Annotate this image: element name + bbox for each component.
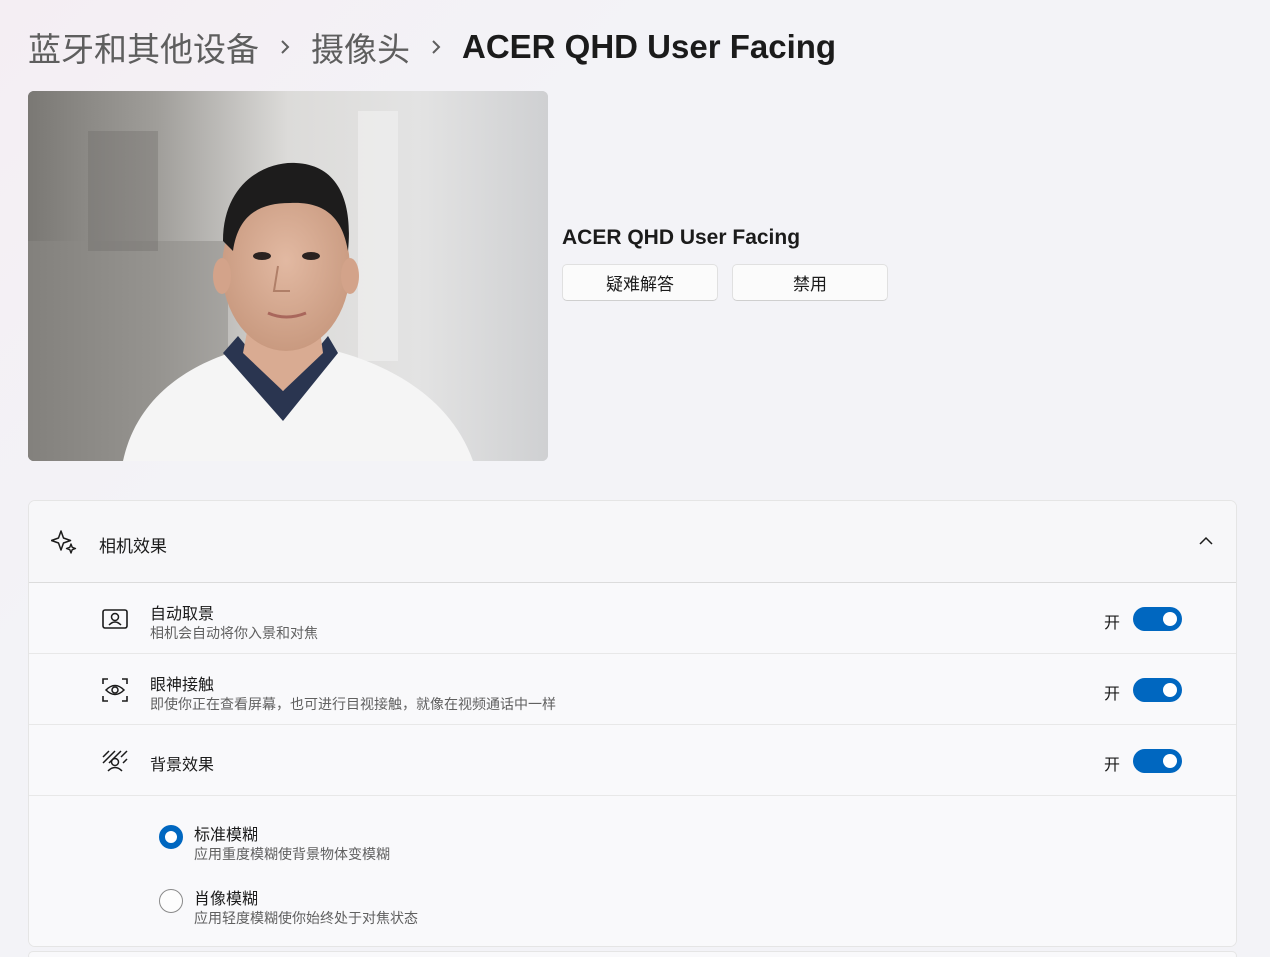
eye-contact-icon <box>101 676 129 704</box>
auto-framing-toggle[interactable] <box>1133 607 1182 631</box>
setting-auto-framing: 自动取景 相机会自动将你入景和对焦 开 <box>29 583 1236 654</box>
setting-eye-contact: 眼神接触 即使你正在查看屏幕，也可进行目视接触，就像在视频通话中一样 开 <box>29 654 1236 725</box>
troubleshoot-button[interactable]: 疑难解答 <box>562 264 718 301</box>
setting-title: 眼神接触 <box>150 675 215 694</box>
chevron-right-icon <box>430 38 442 56</box>
toggle-state-label: 开 <box>1103 684 1120 703</box>
background-effects-icon <box>101 747 129 775</box>
next-settings-card <box>28 951 1237 957</box>
page-title: ACER QHD User Facing <box>462 28 837 65</box>
camera-effects-title: 相机效果 <box>99 537 167 557</box>
eye-contact-toggle[interactable] <box>1133 678 1182 702</box>
standard-blur-radio[interactable] <box>159 825 183 849</box>
camera-preview <box>28 91 548 461</box>
setting-background-effects: 背景效果 开 <box>29 725 1236 796</box>
setting-description: 即使你正在查看屏幕，也可进行目视接触，就像在视频通话中一样 <box>150 697 556 713</box>
background-blur-options: 标准模糊 应用重度模糊使背景物体变模糊 肖像模糊 应用轻度模糊使你始终处于对焦状… <box>29 797 1236 946</box>
toggle-state-label: 开 <box>1103 755 1120 774</box>
chevron-up-icon[interactable] <box>1198 533 1214 553</box>
option-title: 标准模糊 <box>194 825 259 844</box>
sparkle-icon <box>50 529 77 559</box>
setting-description: 相机会自动将你入景和对焦 <box>150 626 318 642</box>
camera-effects-header[interactable]: 相机效果 <box>29 501 1236 583</box>
toggle-state-label: 开 <box>1103 613 1120 632</box>
option-description: 应用轻度模糊使你始终处于对焦状态 <box>194 911 418 927</box>
breadcrumb-bluetooth-devices[interactable]: 蓝牙和其他设备 <box>28 23 259 71</box>
auto-framing-icon <box>101 605 129 633</box>
option-description: 应用重度模糊使背景物体变模糊 <box>194 847 390 863</box>
setting-title: 自动取景 <box>150 604 215 623</box>
setting-title: 背景效果 <box>150 755 215 774</box>
disable-button[interactable]: 禁用 <box>732 264 888 301</box>
portrait-blur-radio[interactable] <box>159 889 183 913</box>
device-name: ACER QHD User Facing <box>562 226 801 249</box>
chevron-right-icon <box>279 38 291 56</box>
background-effects-toggle[interactable] <box>1133 749 1182 773</box>
camera-effects-panel: 相机效果 自动取景 相机会自动将你入景和对焦 开 眼神接触 即使你正在查看屏幕，… <box>28 500 1237 947</box>
breadcrumb-cameras[interactable]: 摄像头 <box>311 23 410 71</box>
option-title: 肖像模糊 <box>194 889 259 908</box>
breadcrumb: 蓝牙和其他设备 摄像头 ACER QHD User Facing <box>28 24 836 70</box>
